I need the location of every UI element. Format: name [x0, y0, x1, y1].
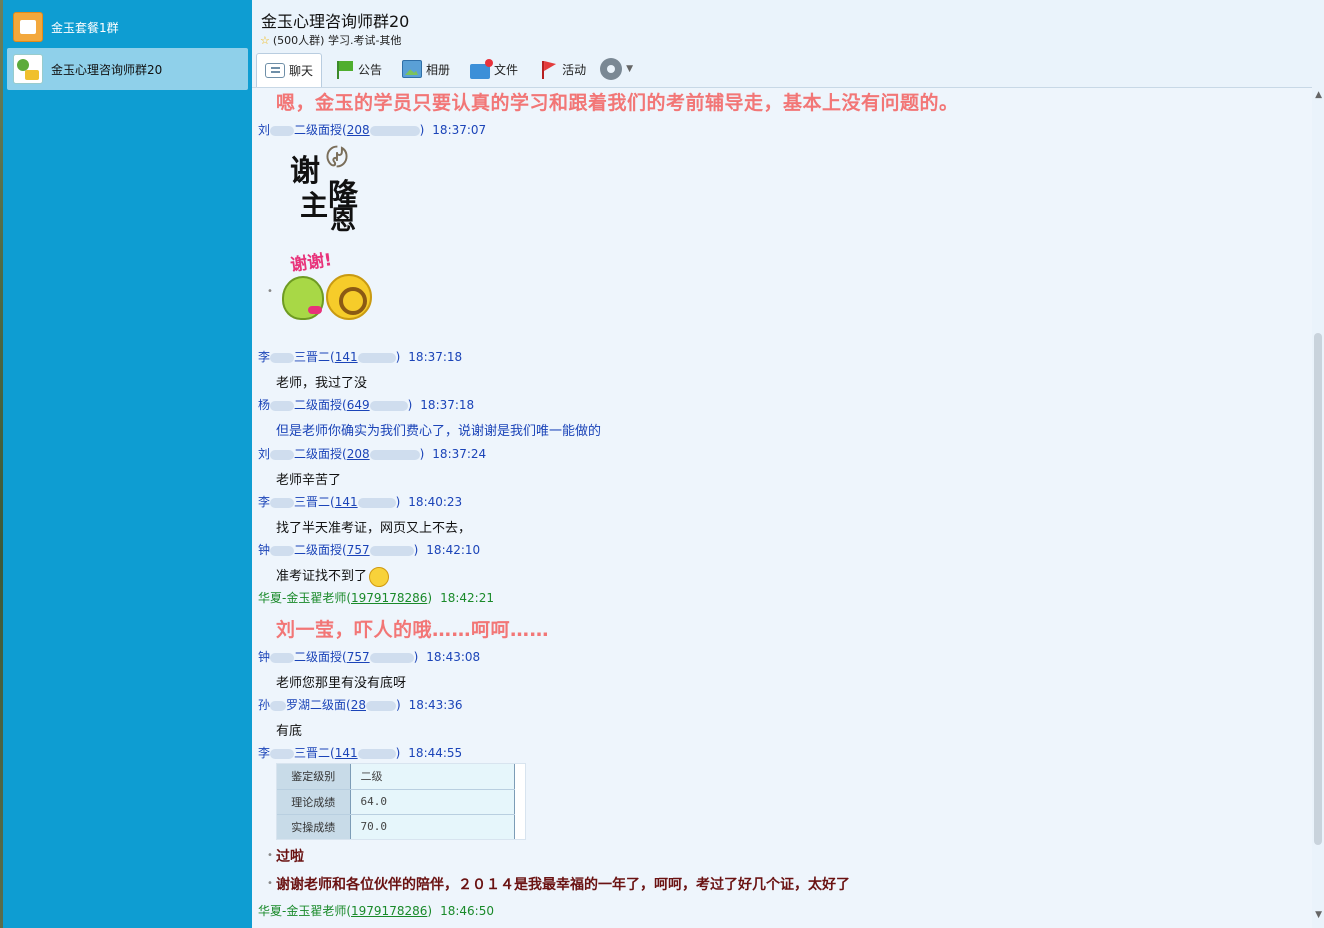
score-value: 70.0 — [349, 814, 515, 839]
star-icon: ☆ — [260, 33, 270, 47]
message-sender: 李三晋二(141) 18:44:55 — [258, 746, 463, 760]
blurred-name — [270, 125, 295, 136]
message-sender: 钟二级面授(757) 18:43:08 — [258, 650, 481, 664]
bow — [308, 306, 322, 314]
folder-icon — [470, 58, 494, 79]
score-table: 鉴定级别 二级 理论成绩 64.0 实操成绩 70.0 — [277, 764, 515, 839]
message-sender: 钟二级面授(757) 18:42:10 — [258, 543, 481, 557]
group-title[interactable]: 金玉心理咨询师群20 — [261, 8, 409, 32]
session-item-jinyu-package-group[interactable]: 金玉套餐1群 — [7, 6, 248, 48]
scroll-up-icon[interactable]: ▲ — [1315, 90, 1322, 100]
score-value: 二级 — [349, 764, 515, 790]
message-sender: 李三晋二(141) 18:40:23 — [258, 495, 463, 509]
message-sender: 华夏-金玉翟老师(1979178286) 18:46:50 — [258, 904, 494, 918]
table-row: 鉴定级别 二级 — [277, 764, 515, 790]
sender-name-start: 刘 — [258, 123, 271, 137]
bullet: • — [267, 286, 273, 297]
chat-window: 金玉心理咨询师群20 ☆ (500人群) 学习.考试-其他 聊天 公告 相册 文… — [252, 0, 1324, 928]
tab-label: 活动 — [562, 62, 587, 77]
table-row: 实操成绩 70.0 — [277, 814, 515, 839]
score-key: 实操成绩 — [277, 814, 350, 839]
chat-header: 金玉心理咨询师群20 ☆ (500人群) 学习.考试-其他 — [252, 0, 1324, 52]
message-text: 准考证找不到了 — [276, 565, 390, 587]
message-text: 过啦 — [276, 849, 304, 865]
session-sidebar: 金玉套餐1群 金玉心理咨询师群20 — [3, 0, 252, 928]
scroll-down-icon[interactable]: ▼ — [1315, 910, 1322, 920]
activity-flag-icon — [538, 60, 558, 79]
session-label: 金玉套餐1群 — [51, 20, 119, 35]
message-sender: 孙罗湖二级面(28) 18:43:36 — [258, 698, 463, 712]
message-text: 谢谢老师和各位伙伴的陪伴，２０１４是我最幸福的一年了，呵呵，考过了好几个证，太好… — [276, 877, 850, 893]
tab-label: 聊天 — [289, 64, 314, 78]
tab-chat[interactable]: 聊天 — [256, 53, 323, 87]
message-text: 老师您那里有没有底呀 — [276, 676, 407, 691]
tab-label: 文件 — [494, 62, 519, 77]
score-key: 理论成绩 — [277, 789, 350, 815]
tab-announcement[interactable]: 公告 — [326, 53, 390, 85]
bullet: • — [267, 878, 273, 889]
tab-bar: 聊天 公告 相册 文件 活动 ▼ — [256, 52, 633, 87]
lemon-character — [326, 274, 372, 320]
session-label: 金玉心理咨询师群20 — [51, 62, 163, 77]
chevron-down-icon[interactable]: ▼ — [626, 64, 633, 74]
tab-album[interactable]: 相册 — [394, 53, 458, 85]
message-sender: 刘二级面授(208) 18:37:24 — [258, 447, 487, 461]
tab-label: 公告 — [358, 62, 383, 77]
message-list[interactable]: 嗯，金玉的学员只要认真的学习和跟着我们的考前辅导走，基本上没有问题的。 刘二级面… — [252, 87, 1324, 928]
message-text: 找了半天准考证，网页又上不去， — [276, 521, 472, 536]
blurred-id — [369, 125, 420, 136]
sticker-text: 谢谢! — [289, 250, 334, 276]
score-screenshot-image: 鉴定级别 二级 理论成绩 64.0 实操成绩 70.0 — [276, 763, 526, 840]
scrollbar-thumb[interactable] — [1314, 333, 1322, 845]
photo-icon — [402, 60, 423, 78]
message-sender: 刘二级面授(208) 18:37:07 — [258, 123, 487, 137]
score-key: 鉴定级别 — [277, 764, 350, 790]
flag-icon — [334, 60, 354, 79]
session-item-jinyu-counselor-group[interactable]: 金玉心理咨询师群20 — [7, 48, 248, 90]
score-value: 64.0 — [349, 789, 515, 815]
sender-id[interactable]: 208 — [347, 123, 370, 137]
group-avatar — [13, 54, 43, 84]
crying-emoji-icon — [369, 566, 390, 587]
tab-label: 相册 — [426, 62, 451, 77]
table-row: 理论成绩 64.0 — [277, 789, 515, 815]
message-text: 老师，我过了没 — [276, 376, 368, 391]
thanks-sticker-image: 谢谢! — [278, 248, 378, 336]
message-text: 嗯，金玉的学员只要认真的学习和跟着我们的考前辅导走，基本上没有问题的。 — [276, 92, 959, 114]
group-info: (500人群) 学习.考试-其他 — [272, 34, 402, 47]
tab-files[interactable]: 文件 — [462, 53, 526, 85]
bullet: • — [267, 850, 273, 861]
message-sender: 杨二级面授(649) 18:37:18 — [258, 398, 475, 412]
tab-activity[interactable]: 活动 — [530, 53, 594, 85]
message-text: 老师辛苦了 — [276, 473, 342, 488]
message-sender: 华夏-金玉翟老师(1979178286) 18:42:21 — [258, 591, 494, 605]
settings-gear-icon[interactable] — [600, 58, 623, 80]
message-text: 但是老师你确实为我们费心了，说谢谢是我们唯一能做的 — [276, 424, 602, 439]
message-sender: 李三晋二(141) 18:37:18 — [258, 350, 463, 364]
calligraphy-sticker-image: 谢 〄 隆 主 恩 — [290, 145, 358, 236]
message-text: 有底 — [276, 724, 303, 739]
group-avatar — [13, 12, 43, 42]
group-subtitle: ☆ (500人群) 学习.考试-其他 — [260, 32, 401, 48]
message-time: 18:37:07 — [432, 123, 487, 137]
chat-icon — [265, 63, 285, 78]
message-text: 刘一莹，吓人的哦……呵呵…… — [276, 619, 550, 641]
sender-name-end: 二级面授( — [294, 123, 347, 137]
